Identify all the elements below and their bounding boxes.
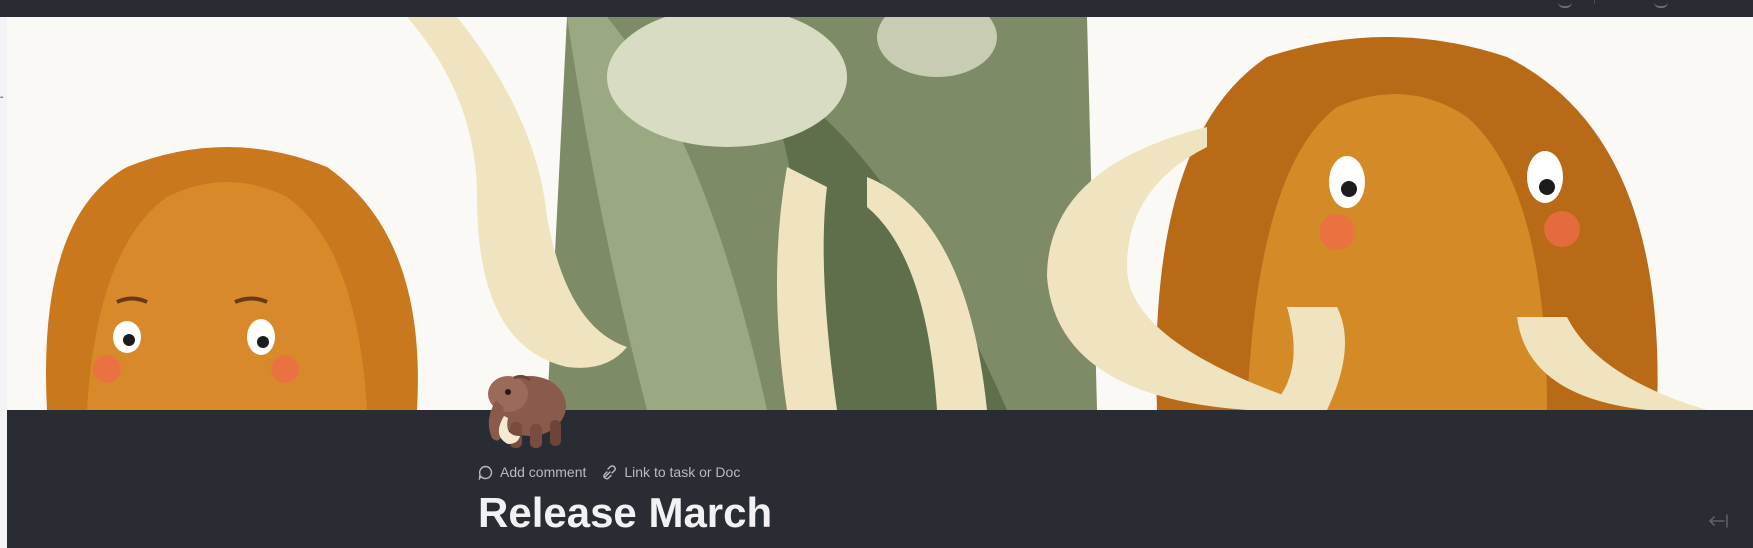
mammoth-cover-illustration [7,17,1753,410]
link-icon [603,464,617,479]
document-body [7,410,1753,548]
comment-bubble-icon [478,465,493,480]
settings-icon[interactable] [1558,0,1572,8]
top-bar [0,0,1753,17]
add-comment-button[interactable]: Add comment [478,464,586,480]
collapse-left-icon[interactable] [1706,512,1730,530]
mammoth-icon[interactable] [474,360,574,456]
left-gutter: ˆ [0,17,7,548]
link-task-label: Link to task or Doc [624,464,741,480]
share-icon[interactable] [1654,0,1668,8]
topbar-divider [1594,0,1595,4]
page-title[interactable]: Release March [478,488,772,538]
document-actions: Add comment Link to task or Doc [478,464,756,480]
link-task-button[interactable]: Link to task or Doc [602,464,740,480]
add-comment-label: Add comment [500,464,587,480]
chevron-up-icon[interactable]: ˆ [0,97,3,107]
cover-image[interactable] [7,17,1753,410]
